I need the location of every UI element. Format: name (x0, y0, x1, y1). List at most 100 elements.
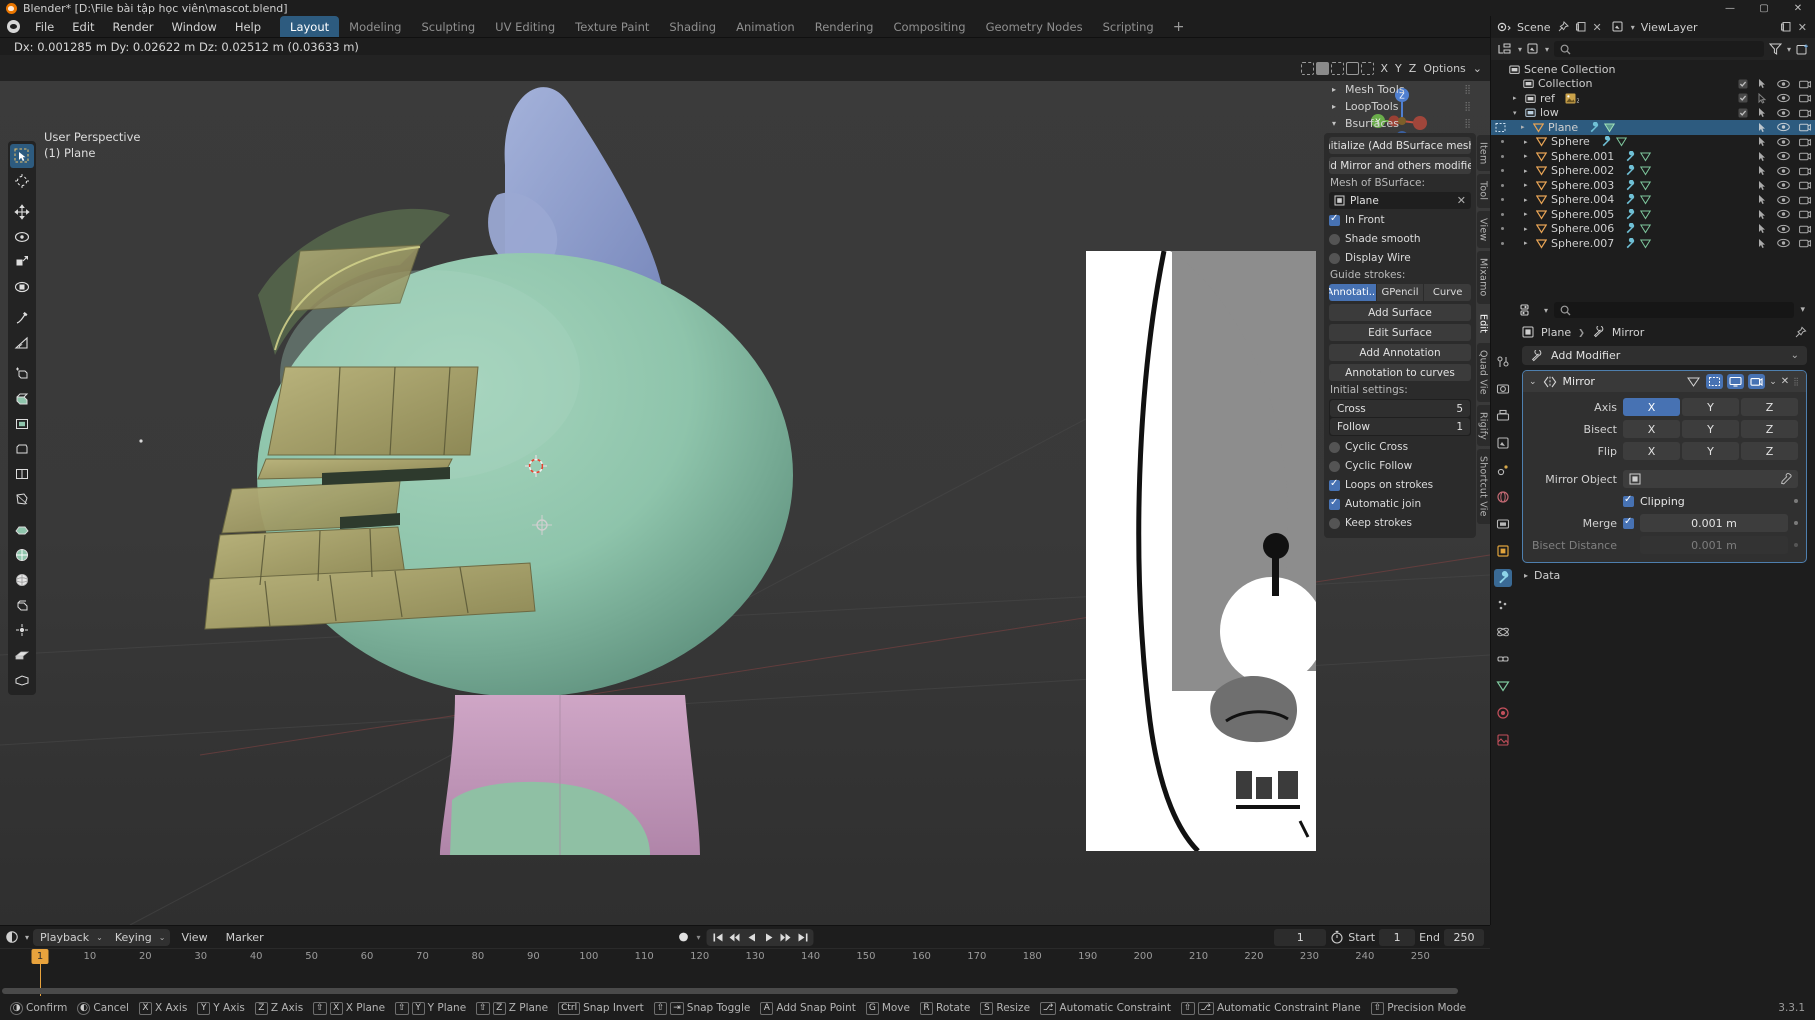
selectable-cursor-icon[interactable] (1757, 136, 1768, 147)
axis-y-toggle[interactable]: Y (1682, 398, 1739, 416)
render-camera-icon[interactable] (1799, 151, 1811, 161)
mirror-object-field[interactable] (1623, 470, 1798, 488)
timeline-scrollbar[interactable] (2, 988, 1488, 994)
exclude-checkbox-icon[interactable] (1738, 93, 1748, 103)
options-chevron-down-icon[interactable]: ⌄ (1473, 62, 1482, 75)
outliner-row-scene-collection[interactable]: Scene Collection (1491, 62, 1815, 77)
mesh-select-mode[interactable] (1300, 61, 1374, 75)
eyedropper-icon[interactable] (1780, 473, 1792, 485)
tab-layout[interactable]: Layout (280, 16, 340, 37)
keep-strokes-toggle[interactable]: Keep strokes (1329, 515, 1471, 531)
pin-icon[interactable] (1557, 21, 1569, 33)
vtab-shortcut-view[interactable]: Shortcut Vie (1476, 449, 1490, 525)
new-scene-icon[interactable] (1575, 21, 1587, 33)
bisect-x-toggle[interactable]: X (1623, 420, 1680, 438)
hide-eye-icon[interactable] (1777, 93, 1790, 103)
tab-geometry-nodes[interactable]: Geometry Nodes (976, 16, 1093, 37)
loop-cut-tool[interactable] (10, 462, 34, 486)
selectable-cursor-icon[interactable] (1757, 238, 1768, 249)
axis-x-toggle[interactable]: X (1623, 398, 1680, 416)
merge-animate-dot[interactable] (1794, 521, 1798, 525)
tab-world-properties[interactable] (1494, 488, 1512, 506)
tab-collection-properties[interactable] (1494, 515, 1512, 533)
expand-triangle-icon[interactable]: ▸ (1524, 225, 1532, 233)
playback-chevron-icon[interactable]: ⌄ (96, 933, 103, 942)
render-camera-icon[interactable] (1799, 209, 1811, 219)
render-camera-icon[interactable] (1799, 79, 1811, 89)
tab-rendering[interactable]: Rendering (805, 16, 884, 37)
exclude-checkbox-icon[interactable] (1738, 79, 1748, 89)
hide-eye-icon[interactable] (1777, 137, 1790, 147)
hide-eye-icon[interactable] (1777, 180, 1790, 190)
vtab-rigify[interactable]: Rigify (1476, 404, 1490, 447)
poly-build-tool[interactable] (10, 518, 34, 542)
axis-z-toggle[interactable]: Z (1741, 398, 1798, 416)
start-frame-field[interactable]: 1 (1379, 928, 1416, 946)
flip-y-toggle[interactable]: Y (1682, 442, 1739, 460)
outliner-row-sphere-004[interactable]: ▸ Sphere.004 (1491, 193, 1815, 208)
tab-data-properties[interactable] (1494, 677, 1512, 695)
cross-field[interactable]: Cross 5 (1330, 400, 1470, 417)
outliner-row-collection[interactable]: Collection (1491, 77, 1815, 92)
current-frame-field[interactable]: 1 (1274, 928, 1327, 946)
add-modifier-button[interactable]: Add Modifier ⌄ (1522, 346, 1807, 365)
tab-output-properties[interactable] (1494, 407, 1512, 425)
expand-triangle-icon[interactable]: ▸ (1524, 167, 1532, 175)
menu-keying[interactable]: Keying (108, 929, 159, 946)
outliner-row-plane[interactable]: ▸ Plane (1491, 120, 1815, 135)
menu-marker[interactable]: Marker (219, 929, 271, 946)
tab-material-properties[interactable] (1494, 704, 1512, 722)
bevel-tool[interactable] (10, 437, 34, 461)
menu-help[interactable]: Help (226, 16, 270, 37)
tab-shading[interactable]: Shading (659, 16, 726, 37)
filter-icon[interactable] (1768, 43, 1782, 55)
selectable-cursor-icon[interactable] (1757, 122, 1768, 133)
hide-eye-icon[interactable] (1777, 224, 1790, 234)
tweak-select-tool[interactable] (10, 144, 34, 168)
menu-edit[interactable]: Edit (63, 16, 103, 37)
hide-eye-icon[interactable] (1777, 122, 1790, 132)
tab-particle-properties[interactable] (1494, 596, 1512, 614)
loops-on-strokes-checkbox[interactable]: Loops on strokes (1329, 477, 1471, 493)
props-options-chevron-icon[interactable]: ▾ (1800, 305, 1809, 315)
panel-section-bsurfaces[interactable]: ▾ Bsurfaces ⣿ (1324, 115, 1476, 132)
expand-triangle-icon[interactable]: ▸ (1524, 181, 1532, 189)
tab-uv-editing[interactable]: UV Editing (485, 16, 565, 37)
modifier-collapse-chevron-icon[interactable]: ⌄ (1529, 377, 1537, 387)
selectable-cursor-icon[interactable] (1757, 223, 1768, 234)
cyclic-follow-toggle[interactable]: Cyclic Follow (1329, 458, 1471, 474)
tab-animation[interactable]: Animation (726, 16, 805, 37)
outliner-row-sphere-007[interactable]: ▸ Sphere.007 (1491, 236, 1815, 251)
shade-smooth-toggle[interactable]: Shade smooth (1329, 231, 1471, 247)
modifier-close-icon[interactable]: ✕ (1781, 376, 1789, 387)
hide-eye-icon[interactable] (1777, 238, 1790, 248)
previous-keyframe-button[interactable] (727, 930, 743, 945)
next-keyframe-button[interactable] (778, 930, 794, 945)
cyclic-cross-toggle[interactable]: Cyclic Cross (1329, 439, 1471, 455)
flip-x-toggle[interactable]: X (1623, 442, 1680, 460)
minimize-button[interactable]: — (1713, 0, 1747, 16)
rotate-tool[interactable] (10, 225, 34, 249)
vtab-view[interactable]: View (1476, 210, 1490, 249)
breadcrumb-object[interactable]: Plane (1541, 326, 1571, 339)
display-mode-icon[interactable] (1497, 43, 1513, 56)
viewport-3d[interactable]: X Y Z Options ⌄ User Perspective (1) Pla… (0, 55, 1490, 925)
menu-view[interactable]: View (174, 929, 214, 946)
render-camera-icon[interactable] (1799, 195, 1811, 205)
render-camera-icon[interactable] (1799, 93, 1811, 103)
expand-triangle-icon[interactable]: ▸ (1524, 239, 1532, 247)
panel-section-looptools[interactable]: ▸ LoopTools ⣿ (1324, 98, 1476, 115)
outliner-row-sphere-005[interactable]: ▸ Sphere.005 (1491, 207, 1815, 222)
blender-menu-icon[interactable] (0, 16, 26, 37)
expand-triangle-icon[interactable]: ▸ (1524, 196, 1532, 204)
timeline-editor-chevron-icon[interactable]: ▾ (25, 933, 29, 942)
close-button[interactable]: ✕ (1781, 0, 1815, 16)
new-viewlayer-icon[interactable] (1780, 21, 1792, 33)
extrude-region-tool[interactable] (10, 387, 34, 411)
hide-eye-icon[interactable] (1777, 108, 1790, 118)
shear-tool[interactable] (10, 618, 34, 642)
menu-file[interactable]: File (26, 16, 63, 37)
guide-option-annotation[interactable]: Annotati... (1329, 284, 1376, 301)
knife-tool[interactable] (10, 487, 34, 511)
props-editor-chevron-icon[interactable]: ▾ (1544, 306, 1548, 315)
